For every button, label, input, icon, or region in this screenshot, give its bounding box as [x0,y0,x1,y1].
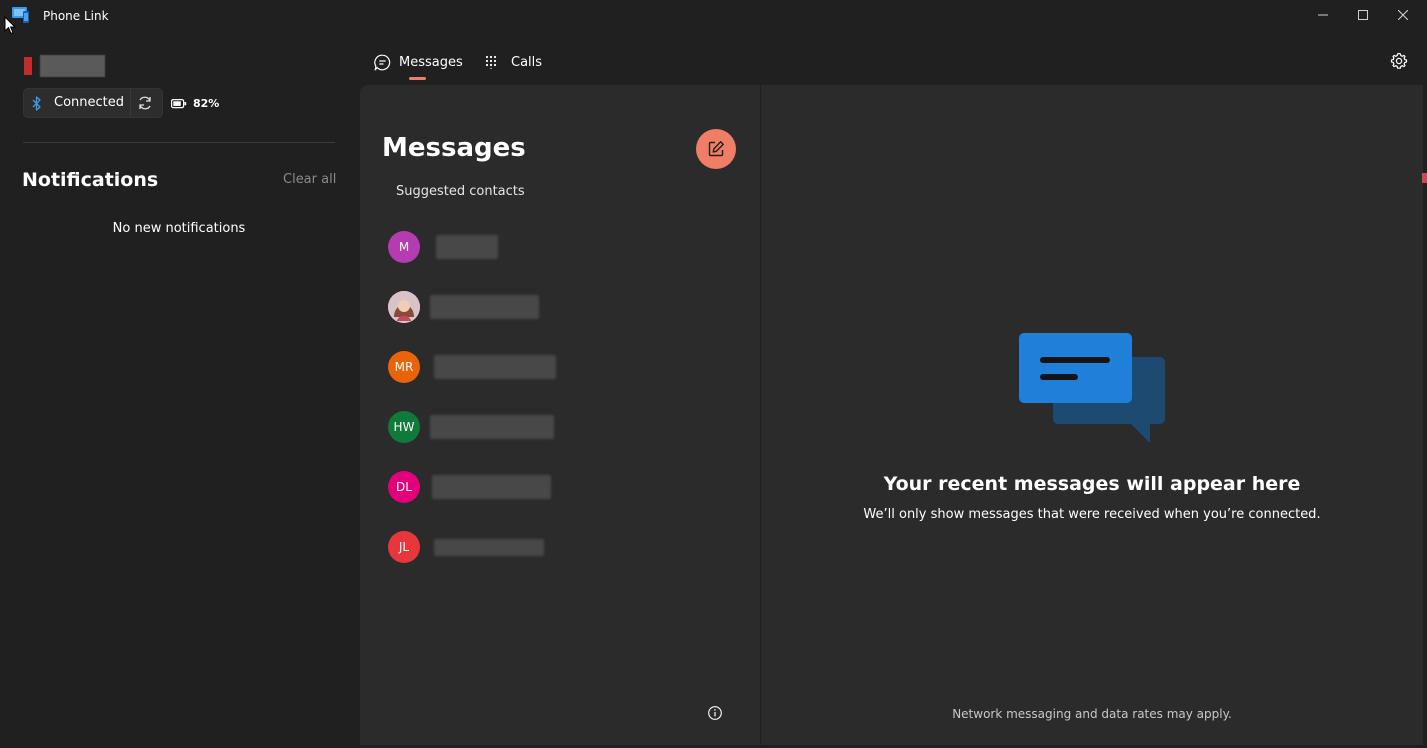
minimize-icon [1318,14,1328,16]
suggested-contact[interactable]: JL [388,531,728,563]
selected-tab-indicator [409,77,426,80]
edge-indicator [1422,173,1427,183]
data-rates-note: Network messaging and data rates may app… [952,707,1232,721]
title-bar [0,0,1427,32]
empty-state-subtitle: We’ll only show messages that were recei… [863,507,1321,522]
notifications-heading: Notifications [22,169,159,191]
no-notifications-label: No new notifications [112,221,246,236]
contact-avatar: DL [388,471,420,503]
maximize-icon [1358,10,1368,20]
suggested-contact[interactable]: HW [388,411,728,443]
suggested-contact[interactable]: DL [388,471,728,503]
maximize-button[interactable] [1343,0,1383,30]
empty-state-title: Your recent messages will appear here [883,473,1301,495]
close-button[interactable] [1383,0,1423,30]
tab-messages[interactable]: Messages [374,50,463,74]
contact-name-redacted [432,475,551,499]
tab-calls-label: Calls [511,54,543,70]
contact-name-redacted [430,415,554,439]
chat-icon [374,54,391,70]
divider [130,89,131,117]
battery-icon [171,99,187,109]
divider [23,142,335,143]
settings-button[interactable] [1388,50,1410,72]
suggested-contact[interactable] [388,291,728,323]
mouse-cursor-icon [4,16,16,35]
device-color-indicator [24,57,32,75]
bluetooth-icon [32,96,41,111]
contact-avatar: JL [388,531,420,563]
suggested-contacts-label: Suggested contacts [396,184,525,199]
dialpad-icon [485,55,497,69]
chat-bubbles-illustration [1019,333,1165,443]
device-name-redacted [40,55,105,77]
sync-icon[interactable] [137,95,153,111]
messages-heading: Messages [382,133,526,163]
tab-calls[interactable]: Calls [485,50,542,74]
contact-avatar: M [388,231,420,263]
clear-all-button[interactable]: Clear all [283,172,336,187]
connection-status-label: Connected [54,95,125,110]
contact-name-redacted [436,235,498,259]
compose-icon [708,141,724,157]
gear-icon [1390,52,1408,69]
contact-avatar: HW [388,411,420,443]
suggested-contact[interactable]: M [388,231,728,263]
contact-name-redacted [430,295,539,319]
info-icon[interactable] [707,705,723,721]
person-photo-icon [388,291,420,323]
tab-messages-label: Messages [399,54,463,70]
window-title: Phone Link [43,9,109,23]
minimize-button[interactable] [1303,0,1343,30]
suggested-contact[interactable]: MR [388,351,728,383]
new-message-button[interactable] [696,129,736,169]
contact-name-redacted [434,355,556,379]
connection-status-pill: Connected [23,88,163,118]
battery-percentage: 82% [193,97,220,110]
close-icon [1398,10,1408,20]
contact-avatar: MR [388,351,420,383]
contact-name-redacted [434,539,544,556]
contact-photo-avatar [388,291,420,323]
